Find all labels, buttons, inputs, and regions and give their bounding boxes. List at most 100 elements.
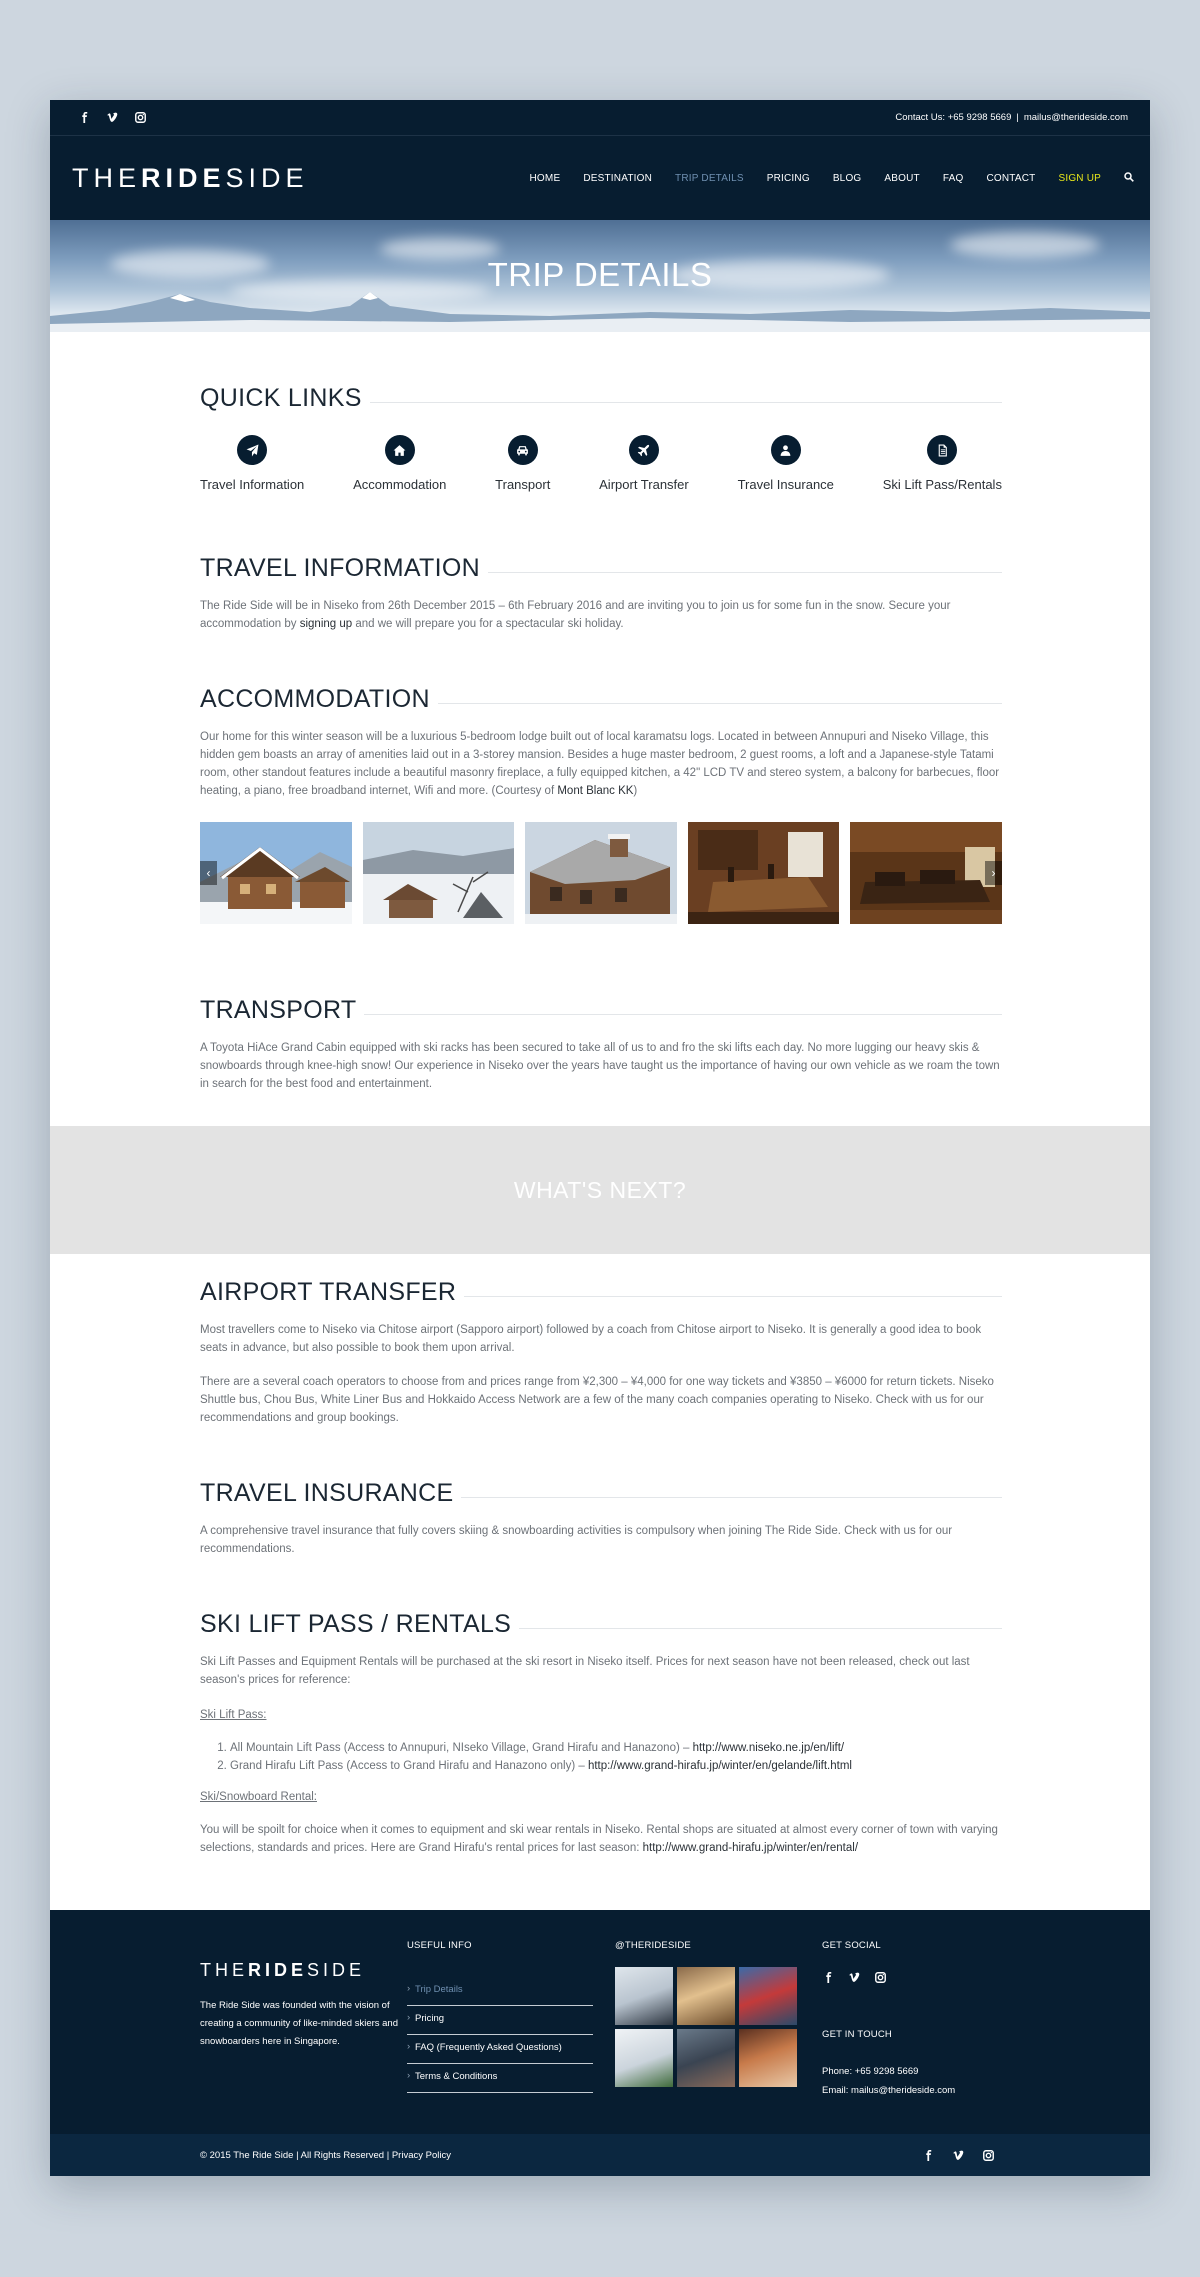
nav-contact[interactable]: CONTACT: [986, 173, 1035, 184]
quick-link-label: Accommodation: [353, 477, 447, 492]
signing-up-link[interactable]: signing up: [300, 618, 352, 630]
facebook-icon[interactable]: [78, 112, 90, 124]
quick-link-label: Ski Lift Pass/Rentals: [882, 477, 1002, 492]
nav-about[interactable]: ABOUT: [884, 173, 919, 184]
site-footer: THERIDESIDE The Ride Side was founded wi…: [50, 1910, 1150, 2134]
gallery-next-arrow[interactable]: ›: [985, 861, 1002, 885]
search-icon[interactable]: [1124, 169, 1134, 187]
footer-link-trip-details[interactable]: Trip Details: [407, 1977, 593, 2006]
instagram-title: @THERIDESIDE: [615, 1940, 691, 1951]
useful-info-title: USEFUL INFO: [407, 1940, 472, 1951]
accommodation-gallery: ‹ ›: [200, 822, 1002, 924]
gallery-photo-living-room[interactable]: [850, 822, 1002, 924]
quick-link-accommodation[interactable]: Accommodation: [353, 435, 446, 492]
gallery-photo-lodge-exterior[interactable]: [200, 822, 352, 924]
mont-blanc-link[interactable]: Mont Blanc KK: [557, 785, 633, 797]
footer-social-contact: GET SOCIAL GET IN TOUCH Phone: +65 9298 …: [822, 1940, 955, 2100]
nav-sign-up[interactable]: SIGN UP: [1058, 173, 1101, 184]
instagram-photo[interactable]: [615, 2029, 673, 2087]
gallery-photo-lodge-roof[interactable]: [525, 822, 677, 924]
grand-hirafu-lift-link[interactable]: http://www.grand-hirafu.jp/winter/en/gel…: [588, 1760, 852, 1772]
contact-phone: Contact Us: +65 9298 5669: [895, 112, 1012, 123]
section-title: SKI LIFT PASS / RENTALS: [200, 1610, 1002, 1639]
travel-insurance-section: TRAVEL INSURANCE A comprehensive travel …: [200, 1479, 1002, 1558]
whats-next-banner[interactable]: WHAT'S NEXT?: [50, 1126, 1150, 1254]
bottom-social-links: [922, 2149, 994, 2161]
instagram-icon[interactable]: [982, 2149, 994, 2161]
quick-link-transport[interactable]: Transport: [495, 435, 550, 492]
footer-email[interactable]: Email: mailus@therideside.com: [822, 2081, 955, 2100]
vimeo-icon[interactable]: [106, 112, 118, 124]
instagram-icon[interactable]: [134, 112, 146, 124]
paper-plane-icon: [237, 435, 268, 465]
title-rule: [461, 1497, 1002, 1498]
list-item: Grand Hirafu Lift Pass (Access to Grand …: [230, 1757, 1002, 1775]
top-social-links: [78, 112, 146, 124]
section-title: TRAVEL INFORMATION: [200, 554, 1002, 583]
useful-links: Trip Details Pricing FAQ (Frequently Ask…: [407, 1977, 593, 2093]
airport-transfer-title: AIRPORT TRANSFER: [200, 1278, 457, 1306]
title-rule: [437, 703, 1002, 704]
travel-information-section: TRAVEL INFORMATION The Ride Side will be…: [200, 554, 1002, 633]
quick-link-label: Travel Insurance: [737, 477, 834, 492]
facebook-icon[interactable]: [922, 2149, 934, 2161]
quick-link-ski-lift-pass-rentals[interactable]: Ski Lift Pass/Rentals: [883, 435, 1002, 492]
site-logo[interactable]: THERIDESIDE: [72, 163, 309, 194]
transport-text: A Toyota HiAce Grand Cabin equipped with…: [200, 1042, 1000, 1090]
gallery-prev-arrow[interactable]: ‹: [200, 861, 217, 885]
gallery-photo-dining-room[interactable]: [687, 822, 840, 924]
quick-link-airport-transfer[interactable]: Airport Transfer: [599, 435, 689, 492]
footer-logo[interactable]: THERIDESIDE: [200, 1960, 400, 1981]
quick-links-section: QUICK LINKS Travel Information Accommoda…: [200, 384, 1002, 492]
nav-pricing[interactable]: PRICING: [767, 173, 810, 184]
nav-trip-details[interactable]: TRIP DETAILS: [675, 173, 744, 184]
site-header: THERIDESIDE HOME DESTINATION TRIP DETAIL…: [50, 136, 1150, 220]
facebook-icon[interactable]: [822, 1971, 834, 1983]
transport-title: TRANSPORT: [200, 996, 357, 1024]
document-icon: [927, 435, 958, 465]
accommodation-section: ACCOMMODATION Our home for this winter s…: [200, 685, 1002, 924]
top-contact: Contact Us: +65 9298 5669 | mailus@theri…: [895, 112, 1128, 123]
nav-faq[interactable]: FAQ: [943, 173, 964, 184]
footer-about: THERIDESIDE The Ride Side was founded wi…: [200, 1960, 400, 2051]
quick-link-travel-insurance[interactable]: Travel Insurance: [738, 435, 834, 492]
nav-blog[interactable]: BLOG: [833, 173, 862, 184]
quick-links: Travel Information Accommodation Transpo…: [200, 435, 1002, 492]
rental-prices-link[interactable]: http://www.grand-hirafu.jp/winter/en/ren…: [643, 1842, 858, 1854]
instagram-photo[interactable]: [739, 1967, 797, 2025]
get-social-title: GET SOCIAL: [822, 1940, 881, 1951]
cloud-shape: [950, 232, 1100, 258]
airport-transfer-text-1: Most travellers come to Niseko via Chito…: [200, 1324, 982, 1354]
instagram-icon[interactable]: [874, 1971, 886, 1983]
quick-links-title: QUICK LINKS: [200, 384, 362, 412]
contact-email-link[interactable]: mailus@therideside.com: [1024, 112, 1128, 123]
airport-transfer-section: AIRPORT TRANSFER Most travellers come to…: [200, 1278, 1002, 1427]
rental-heading: Ski/Snowboard Rental:: [200, 1791, 317, 1803]
niseko-lift-link[interactable]: http://www.niseko.ne.jp/en/lift/: [693, 1742, 845, 1754]
car-icon: [507, 435, 538, 465]
accommodation-text: Our home for this winter season will be …: [200, 731, 1000, 797]
footer-link-terms[interactable]: Terms & Conditions: [407, 2064, 593, 2093]
footer-social-links: [822, 1971, 955, 1983]
nav-destination[interactable]: DESTINATION: [583, 173, 652, 184]
quick-link-travel-information[interactable]: Travel Information: [200, 435, 304, 492]
plane-icon: [628, 435, 659, 465]
footer-link-faq[interactable]: FAQ (Frequently Asked Questions): [407, 2035, 593, 2064]
footer-instagram: @THERIDESIDE: [615, 1940, 797, 2087]
title-rule: [487, 572, 1002, 573]
page: Contact Us: +65 9298 5669 | mailus@theri…: [50, 100, 1150, 2176]
privacy-policy-link[interactable]: Privacy Policy: [392, 2150, 451, 2161]
vimeo-icon[interactable]: [952, 2149, 964, 2161]
gallery-photo-snowy-village[interactable]: [362, 822, 515, 924]
instagram-photo[interactable]: [677, 1967, 735, 2025]
vimeo-icon[interactable]: [848, 1971, 860, 1983]
copyright: © 2015 The Ride Side | All Rights Reserv…: [200, 2149, 451, 2161]
instagram-photo[interactable]: [615, 1967, 673, 2025]
transport-section: TRANSPORT A Toyota HiAce Grand Cabin equ…: [200, 996, 1002, 1093]
instagram-photo[interactable]: [739, 2029, 797, 2087]
instagram-photo[interactable]: [677, 2029, 735, 2087]
travel-information-title: TRAVEL INFORMATION: [200, 554, 480, 582]
lift-pass-list: All Mountain Lift Pass (Access to Annupu…: [230, 1739, 1002, 1775]
footer-link-pricing[interactable]: Pricing: [407, 2006, 593, 2035]
nav-home[interactable]: HOME: [530, 173, 561, 184]
